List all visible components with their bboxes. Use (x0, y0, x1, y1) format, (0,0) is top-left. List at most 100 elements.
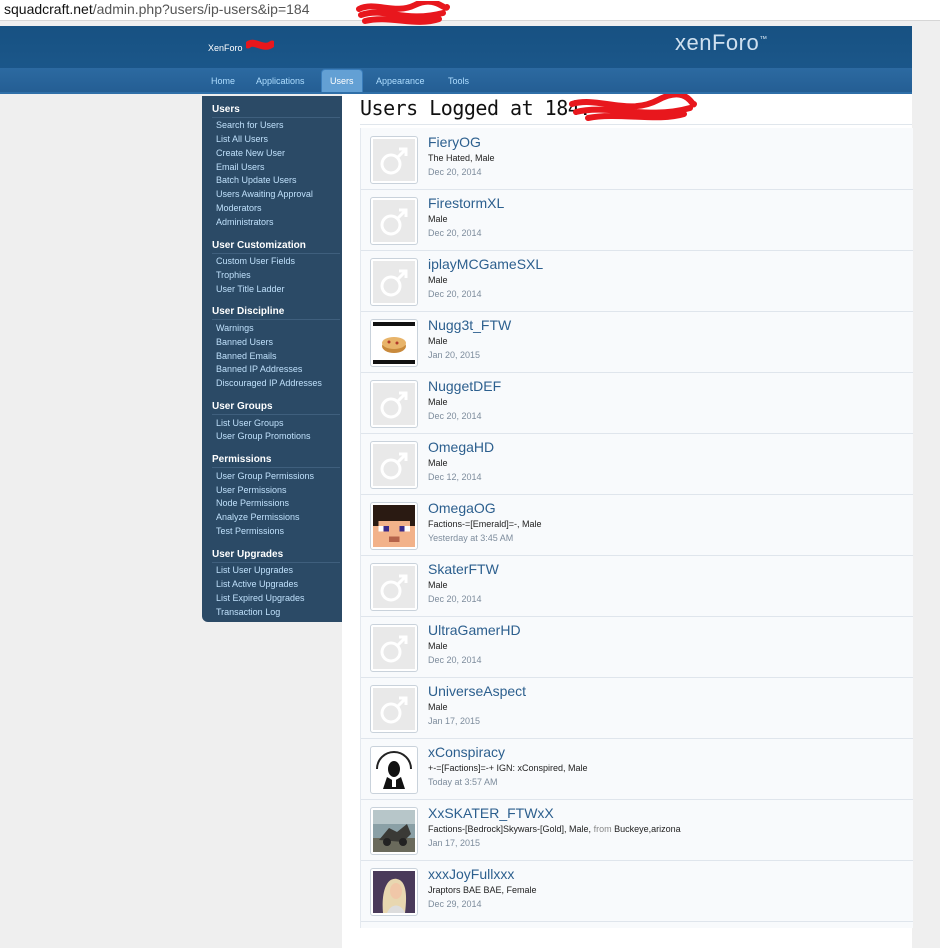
username-link[interactable]: OmegaOG (428, 500, 496, 516)
sidebar-item-test-permissions[interactable]: Test Permissions (216, 526, 284, 536)
user-info: Male (428, 336, 448, 346)
username-link[interactable]: XxSKATER_FTWxX (428, 805, 554, 821)
user-info: +-=[Factions]=-+ IGN: xConspired, Male (428, 763, 588, 773)
anonymous-avatar[interactable] (370, 746, 418, 794)
user-date: Jan 17, 2015 (428, 838, 481, 848)
tab-home[interactable]: Home (207, 73, 239, 89)
admin-tabs: Home Applications Users Appearance Tools (0, 68, 912, 92)
sidebar-item-warnings[interactable]: Warnings (216, 323, 254, 333)
sidebar-item-discouraged-ip-addresses[interactable]: Discouraged IP Addresses (216, 378, 322, 388)
username-link[interactable]: UltraGamerHD (428, 622, 521, 638)
list-item: XxSKATER_FTWxX Factions-[Bedrock]Skywars… (361, 799, 913, 861)
url-path: /admin.php?users/ip-users&ip=184 (92, 1, 310, 17)
sidebar-item-moderators[interactable]: Moderators (216, 203, 262, 213)
sidebar-item-users-awaiting-approval[interactable]: Users Awaiting Approval (216, 189, 313, 199)
sidebar-item-trophies[interactable]: Trophies (216, 270, 251, 280)
sidebar-item-list-user-upgrades[interactable]: List User Upgrades (216, 565, 293, 575)
user-date: Dec 20, 2014 (428, 289, 482, 299)
sidebar-section-user-discipline: User Discipline (212, 306, 285, 317)
sidebar-item-batch-update-users[interactable]: Batch Update Users (216, 175, 297, 185)
user-date: Dec 20, 2014 (428, 594, 482, 604)
list-item: OmegaHD Male Dec 12, 2014 (361, 433, 913, 495)
username-link[interactable]: FirestormXL (428, 195, 504, 211)
sidebar-section-user-groups: User Groups (212, 401, 273, 412)
user-info: The Hated, Male (428, 153, 495, 163)
main-content: Users Logged at 184. FieryOG The Hated, … (342, 94, 913, 948)
list-item: OmegaOG Factions-=[Emerald]=-, Male Yest… (361, 494, 913, 556)
default-male-icon[interactable] (370, 685, 418, 733)
default-male-icon[interactable] (370, 197, 418, 245)
sidebar-item-user-permissions[interactable]: User Permissions (216, 485, 287, 495)
sidebar-item-banned-emails[interactable]: Banned Emails (216, 351, 277, 361)
url-host: squadcraft.net (4, 1, 93, 17)
list-item: FirestormXL Male Dec 20, 2014 (361, 189, 913, 251)
user-date: Dec 20, 2014 (428, 228, 482, 238)
user-info: Factions-[Bedrock]Skywars-[Gold], Male, … (428, 824, 681, 834)
username-link[interactable]: OmegaHD (428, 439, 494, 455)
user-info: Male (428, 214, 448, 224)
default-male-icon[interactable] (370, 136, 418, 184)
sidebar-item-custom-user-fields[interactable]: Custom User Fields (216, 256, 295, 266)
sidebar-item-banned-ip-addresses[interactable]: Banned IP Addresses (216, 364, 302, 374)
admin-header: XenForo xenForo™ Home Applications Users… (0, 26, 912, 94)
sidebar-item-list-expired-upgrades[interactable]: List Expired Upgrades (216, 593, 305, 603)
list-item: iplayMCGameSXL Male Dec 20, 2014 (361, 250, 913, 312)
list-item: UltraGamerHD Male Dec 20, 2014 (361, 616, 913, 678)
sidebar-item-user-group-permissions[interactable]: User Group Permissions (216, 471, 314, 481)
sidebar-item-create-new-user[interactable]: Create New User (216, 148, 285, 158)
tab-users[interactable]: Users (321, 69, 363, 92)
url-text[interactable]: squadcraft.net/admin.php?users/ip-users&… (4, 1, 309, 17)
divider (360, 124, 912, 125)
divider (212, 467, 340, 468)
default-male-icon[interactable] (370, 441, 418, 489)
user-date: Dec 20, 2014 (428, 411, 482, 421)
sidebar-item-transaction-log[interactable]: Transaction Log (216, 607, 280, 617)
username-link[interactable]: SkaterFTW (428, 561, 499, 577)
sidebar-item-analyze-permissions[interactable]: Analyze Permissions (216, 512, 300, 522)
list-item: NuggetDEF Male Dec 20, 2014 (361, 372, 913, 434)
sidebar-item-banned-users[interactable]: Banned Users (216, 337, 273, 347)
sidebar-item-list-active-upgrades[interactable]: List Active Upgrades (216, 579, 298, 589)
tab-tools[interactable]: Tools (444, 73, 473, 89)
username-link[interactable]: FieryOG (428, 134, 481, 150)
default-male-icon[interactable] (370, 258, 418, 306)
username-link[interactable]: Nugg3t_FTW (428, 317, 511, 333)
list-item: xConspiracy +-=[Factions]=-+ IGN: xConsp… (361, 738, 913, 800)
user-date: Dec 20, 2014 (428, 167, 482, 177)
browser-url-bar[interactable]: squadcraft.net/admin.php?users/ip-users&… (0, 0, 940, 25)
portrait-avatar[interactable] (370, 868, 418, 916)
sidebar-item-user-title-ladder[interactable]: User Title Ladder (216, 284, 285, 294)
sidebar-nav: Users Search for Users List All Users Cr… (202, 96, 342, 622)
default-male-icon[interactable] (370, 380, 418, 428)
sidebar-section-user-upgrades: User Upgrades (212, 549, 284, 560)
sidebar-item-list-all-users[interactable]: List All Users (216, 134, 268, 144)
user-date: Jan 20, 2015 (428, 350, 481, 360)
tab-appearance[interactable]: Appearance (372, 73, 429, 89)
redaction-scribble (356, 1, 450, 25)
sidebar-item-administrators[interactable]: Administrators (216, 217, 274, 227)
site-name[interactable]: XenForo (208, 43, 243, 53)
user-info: Male (428, 702, 448, 712)
user-date: Dec 29, 2014 (428, 899, 482, 909)
username-link[interactable]: UniverseAspect (428, 683, 526, 699)
username-link[interactable]: xxxJoyFullxxx (428, 866, 514, 882)
default-male-icon[interactable] (370, 624, 418, 672)
username-link[interactable]: xConspiracy (428, 744, 505, 760)
username-link[interactable]: NuggetDEF (428, 378, 501, 394)
pie-avatar[interactable] (370, 319, 418, 367)
sidebar-item-node-permissions[interactable]: Node Permissions (216, 498, 289, 508)
tab-applications[interactable]: Applications (252, 73, 309, 89)
photo-avatar[interactable] (370, 807, 418, 855)
user-info: Male (428, 641, 448, 651)
default-male-icon[interactable] (370, 563, 418, 611)
pixel-face-avatar[interactable] (370, 502, 418, 550)
user-date: Jan 17, 2015 (428, 716, 481, 726)
sidebar-item-list-user-groups[interactable]: List User Groups (216, 418, 284, 428)
sidebar-item-email-users[interactable]: Email Users (216, 162, 265, 172)
redaction-scribble (246, 39, 274, 50)
divider (212, 319, 340, 320)
list-item: FieryOG The Hated, Male Dec 20, 2014 (361, 128, 913, 190)
sidebar-item-search-users[interactable]: Search for Users (216, 120, 284, 130)
sidebar-item-user-group-promotions[interactable]: User Group Promotions (216, 431, 311, 441)
username-link[interactable]: iplayMCGameSXL (428, 256, 543, 272)
